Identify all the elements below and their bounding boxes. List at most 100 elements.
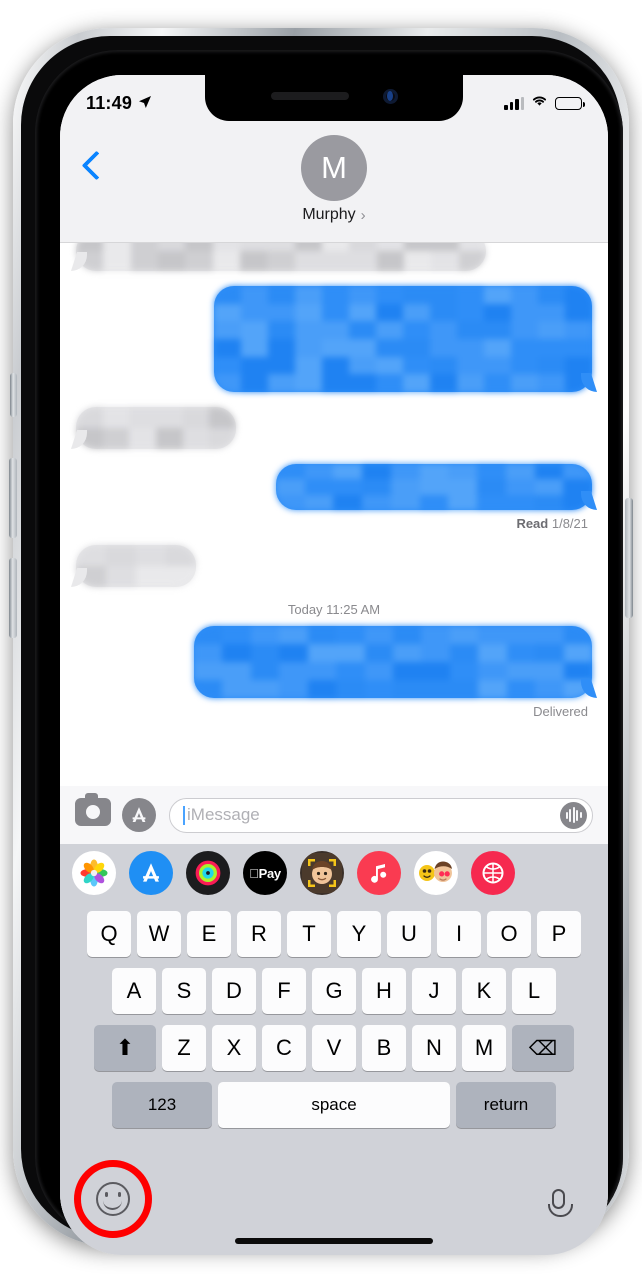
space-key[interactable]: space xyxy=(218,1082,450,1128)
key-C[interactable]: C xyxy=(262,1025,306,1071)
phone-frame: 11:49 M Murphy › Read 1/8/21 Today 11:25… xyxy=(13,28,629,1246)
app-icon-activity[interactable] xyxy=(186,851,230,895)
key-L[interactable]: L xyxy=(512,968,556,1014)
key-O[interactable]: O xyxy=(487,911,531,957)
app-store-icon[interactable] xyxy=(122,798,156,832)
app-icon-digital-touch[interactable] xyxy=(471,851,515,895)
numbers-key[interactable]: 123 xyxy=(112,1082,212,1128)
key-P[interactable]: P xyxy=(537,911,581,957)
outgoing-message-bubble[interactable] xyxy=(276,464,592,510)
redacted-message-content xyxy=(76,545,196,587)
camera-icon xyxy=(75,798,111,826)
key-E[interactable]: E xyxy=(187,911,231,957)
notch xyxy=(205,75,463,121)
redacted-message-content xyxy=(276,464,592,510)
message-row[interactable] xyxy=(60,286,608,392)
key-N[interactable]: N xyxy=(412,1025,456,1071)
message-input-field[interactable]: iMessage xyxy=(169,798,593,833)
message-row[interactable] xyxy=(60,243,608,271)
app-icon-apple-music[interactable] xyxy=(357,851,401,895)
front-camera-icon xyxy=(383,89,398,104)
app-icon-photos[interactable] xyxy=(72,851,116,895)
location-arrow-icon xyxy=(138,93,152,114)
return-key[interactable]: return xyxy=(456,1082,556,1128)
text-cursor xyxy=(183,806,185,825)
key-V[interactable]: V xyxy=(312,1025,356,1071)
app-icon-memoji[interactable] xyxy=(300,851,344,895)
key-I[interactable]: I xyxy=(437,911,481,957)
microphone-icon xyxy=(552,1189,565,1209)
key-F[interactable]: F xyxy=(262,968,306,1014)
contact-name-row: Murphy › xyxy=(302,206,365,224)
key-U[interactable]: U xyxy=(387,911,431,957)
avatar: M xyxy=(301,135,367,201)
date-divider: Today 11:25 AM xyxy=(60,602,608,617)
mute-switch[interactable] xyxy=(10,373,17,417)
power-button[interactable] xyxy=(625,498,633,618)
status-time-text: 11:49 xyxy=(86,93,132,114)
redacted-message-content xyxy=(76,407,236,449)
message-input-bar: iMessage xyxy=(60,786,608,844)
status-time-group: 11:49 xyxy=(86,93,152,114)
home-indicator[interactable] xyxy=(235,1238,433,1244)
keyboard-row-2: ASDFGHJKL xyxy=(63,968,605,1014)
message-placeholder: iMessage xyxy=(187,805,560,825)
app-icon-apple-pay[interactable]: Pay xyxy=(243,851,287,895)
key-K[interactable]: K xyxy=(462,968,506,1014)
emoji-key[interactable] xyxy=(90,1176,136,1222)
keyboard-row-4: 123 space return xyxy=(63,1082,605,1128)
volume-down-button[interactable] xyxy=(9,558,17,638)
keyboard-bottom-bar xyxy=(60,1167,608,1255)
key-G[interactable]: G xyxy=(312,968,356,1014)
smiley-face-icon xyxy=(96,1182,130,1216)
key-J[interactable]: J xyxy=(412,968,456,1014)
volume-up-button[interactable] xyxy=(9,458,17,538)
backspace-icon: ⌫ xyxy=(529,1036,557,1061)
redacted-message-content xyxy=(76,243,486,271)
key-A[interactable]: A xyxy=(112,968,156,1014)
key-Q[interactable]: Q xyxy=(87,911,131,957)
key-Y[interactable]: Y xyxy=(337,911,381,957)
key-S[interactable]: S xyxy=(162,968,206,1014)
key-X[interactable]: X xyxy=(212,1025,256,1071)
phone-screen: 11:49 M Murphy › Read 1/8/21 Today 11:25… xyxy=(60,75,608,1255)
contact-info-button[interactable]: M Murphy › xyxy=(301,135,367,224)
incoming-message-bubble[interactable] xyxy=(76,243,486,271)
backspace-key[interactable]: ⌫ xyxy=(512,1025,574,1071)
message-row[interactable] xyxy=(60,545,608,587)
key-T[interactable]: T xyxy=(287,911,331,957)
outgoing-message-bubble[interactable] xyxy=(214,286,592,392)
keyboard[interactable]: QWERTYUIOP ASDFGHJKL ⬆ Z X C V B N M ⌫ 123 space r… xyxy=(60,902,608,1255)
key-M[interactable]: M xyxy=(462,1025,506,1071)
dictation-key[interactable] xyxy=(538,1176,578,1222)
key-D[interactable]: D xyxy=(212,968,256,1014)
outgoing-message-bubble[interactable] xyxy=(194,626,592,698)
battery-icon xyxy=(555,97,582,110)
camera-button[interactable] xyxy=(75,798,109,832)
back-button[interactable] xyxy=(82,149,104,183)
incoming-message-bubble[interactable] xyxy=(76,545,196,587)
key-H[interactable]: H xyxy=(362,968,406,1014)
app-icon-app-store[interactable] xyxy=(129,851,173,895)
earpiece-speaker xyxy=(271,92,349,100)
signal-bars-icon xyxy=(504,97,524,110)
shift-key[interactable]: ⬆ xyxy=(94,1025,156,1071)
message-list[interactable]: Read 1/8/21 Today 11:25 AM Delivered xyxy=(60,243,608,786)
chevron-right-icon: › xyxy=(361,207,366,224)
redacted-message-content xyxy=(214,286,592,392)
audio-message-button[interactable] xyxy=(560,802,587,829)
app-icon-animoji-stickers[interactable] xyxy=(414,851,458,895)
key-B[interactable]: B xyxy=(362,1025,406,1071)
message-row[interactable] xyxy=(60,407,608,449)
redacted-message-content xyxy=(194,626,592,698)
message-row[interactable] xyxy=(60,464,608,510)
imessage-app-drawer[interactable]: Pay xyxy=(60,844,608,902)
delivered-receipt: Delivered xyxy=(60,704,608,719)
incoming-message-bubble[interactable] xyxy=(76,407,236,449)
message-row[interactable] xyxy=(60,626,608,698)
key-Z[interactable]: Z xyxy=(162,1025,206,1071)
conversation-header: M Murphy › xyxy=(60,121,608,243)
key-W[interactable]: W xyxy=(137,911,181,957)
key-R[interactable]: R xyxy=(237,911,281,957)
read-receipt-date: 1/8/21 xyxy=(548,516,588,531)
